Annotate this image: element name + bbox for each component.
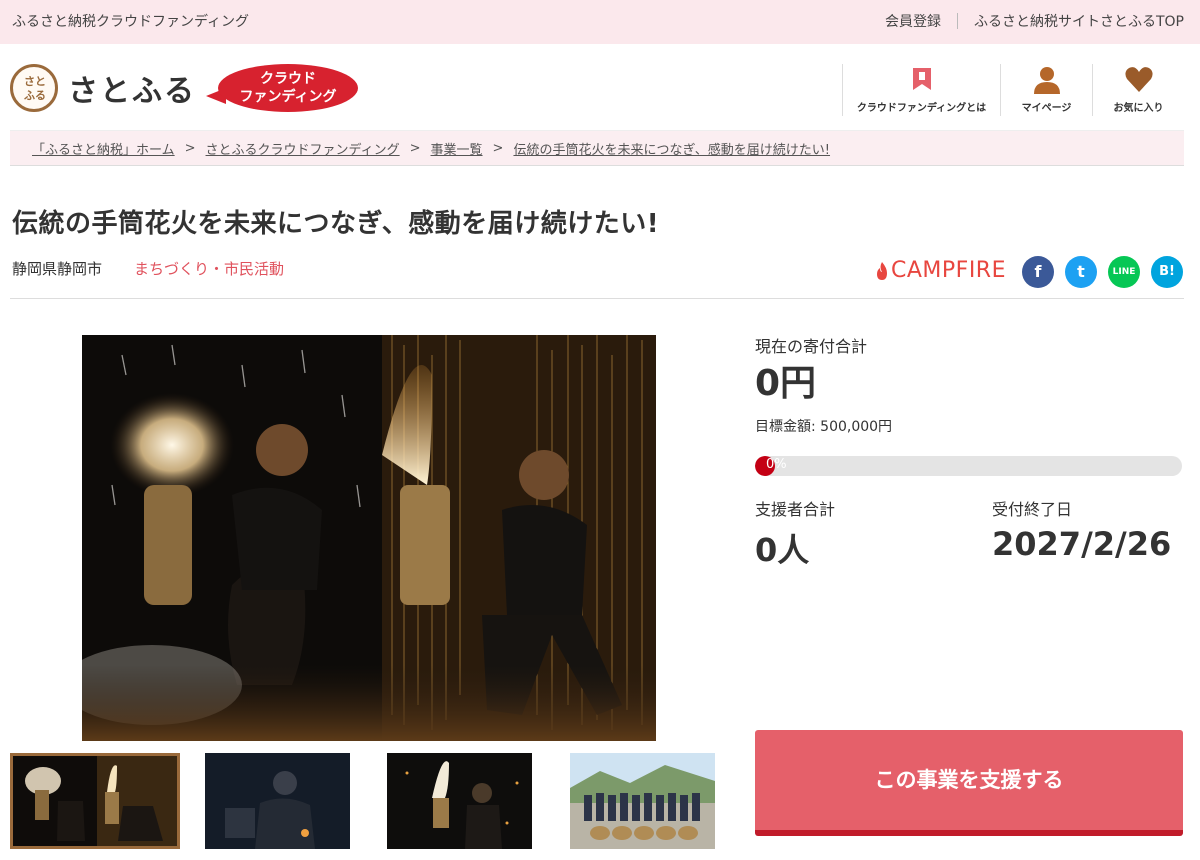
site-name: ふるさと納税クラウドファンディング [12,14,250,30]
top-strip: ふるさと納税クラウドファンディング 会員登録 ふるさと納税サイトさとふるTOP [0,0,1200,44]
campfire-logo[interactable]: CAMPFIRE [875,258,1006,283]
current-total-value: 0円 [755,363,817,404]
line-share-icon[interactable]: LINE [1108,256,1140,288]
breadcrumb-home[interactable]: 「ふるさと納税」ホーム [32,139,175,158]
breadcrumb-bar: 「ふるさと納税」ホーム > さとふるクラウドファンディング > 事業一覧 > 伝… [10,130,1184,166]
breadcrumb-current[interactable]: 伝統の手筒花火を未来につなぎ、感動を届け続けたい! [513,139,830,158]
badge-text: クラウド ファンディング [226,70,350,106]
twitter-share-icon[interactable]: t [1065,256,1097,288]
fireworks-photo-illustration [82,335,656,741]
thumbnail-1[interactable] [10,753,180,849]
goal-amount: 目標金額: 500,000円 [755,419,893,435]
thumbnail-4[interactable] [570,753,715,849]
bookmark-icon [912,68,931,90]
main-project-photo [82,335,656,741]
thumbnail-3[interactable] [387,753,532,849]
nav-favorites[interactable]: お気に入り [1092,64,1184,116]
support-project-button[interactable]: この事業を支援する [755,730,1183,836]
deadline-label: 受付終了日 [992,500,1073,519]
breadcrumb-separator: > [184,141,196,156]
title-divider [10,298,1184,299]
thumbnail-4-image [570,753,715,849]
breadcrumb-separator: > [492,141,504,156]
nav-mypage-label: マイページ [1021,103,1072,114]
person-icon [1033,67,1060,94]
project-region: 静岡県静岡市 [12,260,103,278]
campfire-wordmark: CAMPFIRE [891,258,1006,283]
top-links: 会員登録 ふるさと納税サイトさとふるTOP [885,11,1184,31]
header-nav: クラウドファンディングとは マイページ お気に入り [842,64,1184,116]
project-category[interactable]: まちづくり・市民活動 [134,258,284,279]
crowdfunding-badge[interactable]: クラウド ファンディング [206,64,360,112]
heart-icon [1124,67,1153,92]
satofull-logo-mark[interactable]: さとふる [10,64,58,112]
nav-favorites-label: お気に入り [1113,103,1164,114]
satofull-logo-text[interactable]: さとふる [68,66,196,110]
badge-line-1: クラウド [260,71,316,87]
breadcrumb: 「ふるさと納税」ホーム > さとふるクラウドファンディング > 事業一覧 > 伝… [32,139,830,158]
supporters-value: 0人 [755,531,810,569]
thumbnail-2[interactable] [205,753,350,849]
register-link[interactable]: 会員登録 [885,11,941,31]
facebook-share-icon[interactable]: f [1022,256,1054,288]
nav-mypage[interactable]: マイページ [1000,64,1092,116]
project-title: 伝統の手筒花火を未来につなぎ、感動を届け続けたい! [12,209,660,239]
nav-about-label: クラウドファンディングとは [856,103,987,114]
hatena-bookmark-icon[interactable]: B! [1151,256,1183,288]
logo-mark-text: さとふる [24,75,46,102]
deadline-value: 2027/2/26 [992,525,1172,563]
funding-progress-bar: 0% [755,456,1182,476]
site-header: さとふる さとふる クラウド ファンディング クラウドファンディングとは マイペ… [0,44,1200,130]
thumbnail-1-image [13,756,177,846]
supporters-label: 支援者合計 [755,500,836,519]
satofull-top-link[interactable]: ふるさと納税サイトさとふるTOP [974,11,1184,31]
top-links-divider [956,13,958,29]
thumbnail-2-image [205,753,350,849]
breadcrumb-project-list[interactable]: 事業一覧 [431,139,483,158]
nav-about-crowdfunding[interactable]: クラウドファンディングとは [842,64,1000,116]
flame-icon [877,261,887,280]
funding-progress-percent: 0% [766,457,787,472]
thumbnail-3-image [387,753,532,849]
breadcrumb-crowdfunding[interactable]: さとふるクラウドファンディング [206,139,400,158]
breadcrumb-separator: > [409,141,421,156]
badge-line-2: ファンディング [239,89,337,105]
